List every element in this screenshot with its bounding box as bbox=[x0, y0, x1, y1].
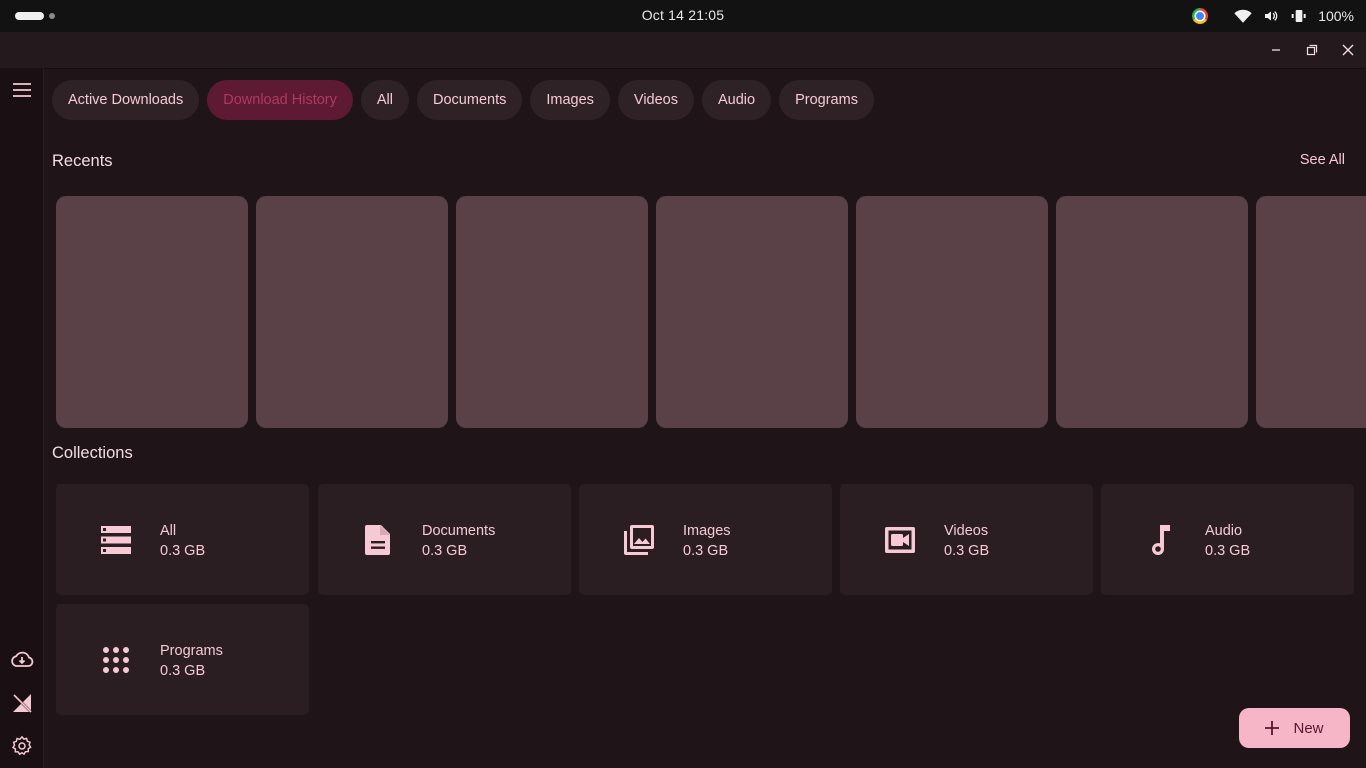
recent-card[interactable] bbox=[1256, 196, 1366, 428]
recent-card[interactable] bbox=[1056, 196, 1248, 428]
apps-grid-icon bbox=[100, 644, 132, 676]
collection-name: Videos bbox=[944, 523, 989, 539]
category-tabs: Active Downloads Download History All Do… bbox=[52, 80, 874, 120]
tab-active-downloads[interactable]: Active Downloads bbox=[52, 80, 200, 120]
tab-videos[interactable]: Videos bbox=[617, 80, 694, 120]
settings-button[interactable] bbox=[0, 732, 43, 760]
collection-size: 0.3 GB bbox=[422, 543, 468, 559]
tab-programs[interactable]: Programs bbox=[779, 80, 874, 120]
minimize-icon bbox=[1272, 49, 1280, 51]
close-button[interactable] bbox=[1338, 40, 1358, 60]
recent-card[interactable] bbox=[256, 196, 448, 428]
see-all-link[interactable]: See All bbox=[1300, 152, 1345, 168]
collection-all[interactable]: All 0.3 GB bbox=[56, 484, 309, 595]
collection-programs[interactable]: Programs 0.3 GB bbox=[56, 604, 309, 715]
music-note-icon bbox=[1145, 524, 1177, 556]
video-icon bbox=[884, 524, 916, 556]
collection-images[interactable]: Images 0.3 GB bbox=[579, 484, 832, 595]
menu-button[interactable] bbox=[0, 76, 43, 104]
collection-size: 0.3 GB bbox=[1205, 543, 1251, 559]
minimize-button[interactable] bbox=[1266, 40, 1286, 60]
collection-name: Audio bbox=[1205, 523, 1243, 539]
signal-off-icon bbox=[11, 693, 32, 713]
cloud-download-button[interactable] bbox=[0, 645, 43, 673]
collection-size: 0.3 GB bbox=[944, 543, 990, 559]
recent-card[interactable] bbox=[456, 196, 648, 428]
photo-library-icon bbox=[623, 524, 655, 556]
system-bar: Oct 14 21:05 100% bbox=[0, 0, 1366, 32]
collections-heading: Collections bbox=[52, 444, 133, 462]
recents-heading: Recents bbox=[52, 152, 113, 170]
battery-level: 100% bbox=[1318, 8, 1354, 24]
collection-videos[interactable]: Videos 0.3 GB bbox=[840, 484, 1093, 595]
recent-card[interactable] bbox=[856, 196, 1048, 428]
restore-button[interactable] bbox=[1302, 40, 1322, 60]
collection-name: Programs bbox=[160, 643, 223, 659]
volume-icon bbox=[1265, 11, 1278, 21]
recents-list bbox=[56, 196, 1366, 428]
tab-all[interactable]: All bbox=[360, 80, 410, 120]
restore-icon bbox=[1306, 44, 1318, 56]
storage-icon bbox=[100, 524, 132, 556]
collection-name: All bbox=[160, 523, 177, 539]
navigation-rail bbox=[0, 68, 44, 768]
cloud-download-icon bbox=[10, 651, 33, 667]
tab-download-history[interactable]: Download History bbox=[207, 80, 353, 120]
battery-icon bbox=[1291, 10, 1306, 22]
system-tray[interactable]: 100% bbox=[1192, 6, 1354, 26]
tab-documents[interactable]: Documents bbox=[417, 80, 523, 120]
wifi-icon bbox=[1234, 9, 1252, 23]
collection-size: 0.3 GB bbox=[160, 543, 206, 559]
plus-icon bbox=[1265, 721, 1280, 735]
collection-documents[interactable]: Documents 0.3 GB bbox=[318, 484, 571, 595]
collection-name: Images bbox=[683, 523, 731, 539]
document-icon bbox=[362, 524, 394, 556]
chrome-icon[interactable] bbox=[1192, 8, 1209, 24]
recent-card[interactable] bbox=[656, 196, 848, 428]
window-titlebar[interactable] bbox=[0, 32, 1366, 69]
tab-audio[interactable]: Audio bbox=[702, 80, 772, 120]
new-download-button[interactable]: New bbox=[1239, 708, 1350, 748]
collection-audio[interactable]: Audio 0.3 GB bbox=[1101, 484, 1354, 595]
collection-size: 0.3 GB bbox=[683, 543, 729, 559]
recent-card[interactable] bbox=[56, 196, 248, 428]
tab-images[interactable]: Images bbox=[530, 80, 610, 120]
close-icon bbox=[1342, 44, 1354, 56]
collection-name: Documents bbox=[422, 523, 496, 539]
gear-icon bbox=[11, 735, 32, 756]
menu-icon bbox=[12, 83, 31, 97]
system-clock[interactable]: Oct 14 21:05 bbox=[0, 7, 1366, 23]
collection-size: 0.3 GB bbox=[160, 663, 206, 679]
new-button-label: New bbox=[1293, 719, 1324, 737]
connection-button[interactable] bbox=[0, 689, 43, 717]
